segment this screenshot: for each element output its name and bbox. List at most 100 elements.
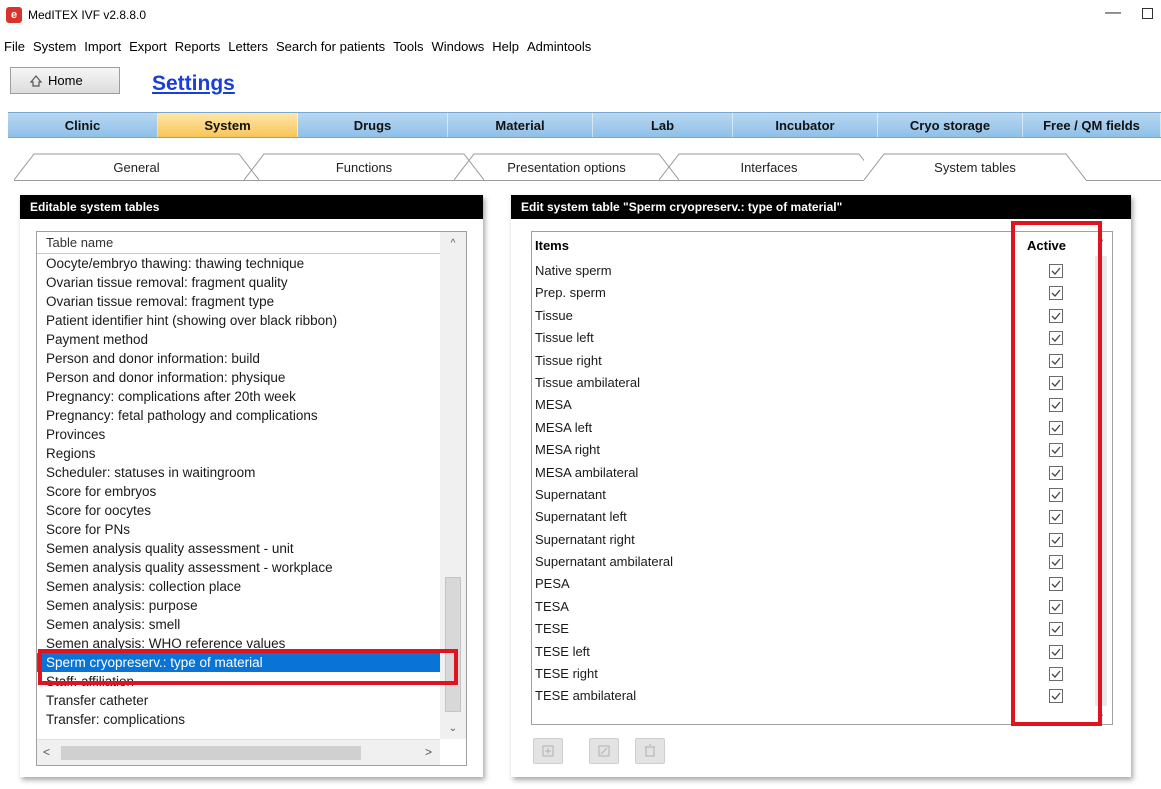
column-header-table-name[interactable]: Table name (37, 232, 440, 254)
list-item[interactable]: Person and donor information: physique (37, 368, 440, 387)
list-item[interactable]: Payment method (37, 330, 440, 349)
panel-header: Edit system table "Sperm cryopreserv.: t… (511, 195, 1131, 219)
table-row[interactable]: MESA left (532, 417, 1092, 439)
add-row-icon (542, 745, 554, 757)
scroll-left-icon[interactable]: < (43, 745, 50, 759)
menu-help[interactable]: Help (488, 39, 523, 54)
item-name: Tissue right (535, 352, 602, 368)
subtab-interfaces[interactable]: Interfaces (659, 153, 879, 181)
table-row[interactable]: Supernatant (532, 484, 1092, 506)
list-item[interactable]: Scheduler: statuses in waitingroom (37, 463, 440, 482)
tab-system[interactable]: System (158, 113, 298, 137)
menu-letters[interactable]: Letters (224, 39, 272, 54)
list-item[interactable]: Semen analysis quality assessment - work… (37, 558, 440, 577)
menu-bar: File System Import Export Reports Letters Sear… (0, 36, 595, 56)
table-row[interactable]: Tissue right (532, 350, 1092, 372)
scrollbar-thumb[interactable] (445, 577, 461, 712)
scroll-up-icon[interactable]: ^ (440, 235, 466, 251)
subtab-functions[interactable]: Functions (244, 153, 484, 181)
edit-row-icon (598, 745, 610, 757)
item-name: Tissue ambilateral (535, 374, 641, 390)
item-name: TESA (535, 598, 569, 614)
item-name: MESA (535, 397, 572, 413)
horizontal-scrollbar[interactable]: < > (37, 739, 440, 765)
list-item[interactable]: Transfer: complications (37, 710, 440, 729)
minimize-button[interactable]: — (1105, 4, 1121, 22)
tab-lab[interactable]: Lab (593, 113, 733, 137)
item-name: TESE right (535, 666, 598, 682)
menu-tools[interactable]: Tools (389, 39, 427, 54)
item-name: MESA left (535, 419, 593, 435)
list-item[interactable]: Provinces (37, 425, 440, 444)
table-row[interactable]: MESA ambilateral (532, 462, 1092, 484)
menu-export[interactable]: Export (125, 39, 171, 54)
subtab-general[interactable]: General (14, 153, 259, 181)
list-item[interactable]: Oocyte/embryo thawing: thawing technique (37, 254, 440, 273)
list-item[interactable]: Ovarian tissue removal: fragment quality (37, 273, 440, 292)
table-row[interactable]: Supernatant ambilateral (532, 551, 1092, 573)
table-row[interactable]: Supernatant right (532, 529, 1092, 551)
list-item[interactable]: Score for PNs (37, 520, 440, 539)
tab-cryo-storage[interactable]: Cryo storage (878, 113, 1023, 137)
item-name: Supernatant left (535, 509, 627, 525)
menu-admintools[interactable]: Admintools (523, 39, 595, 54)
horizontal-scrollbar-thumb[interactable] (61, 746, 361, 760)
list-item[interactable]: Patient identifier hint (showing over bl… (37, 311, 440, 330)
delete-row-button[interactable] (635, 738, 665, 764)
table-name-list[interactable]: Table name Oocyte/embryo thawing: thawin… (36, 231, 467, 766)
table-row[interactable]: Tissue left (532, 327, 1092, 349)
list-item[interactable]: Transfer catheter (37, 691, 440, 710)
list-item[interactable]: Semen analysis quality assessment - unit (37, 539, 440, 558)
table-row[interactable]: MESA right (532, 439, 1092, 461)
table-row[interactable]: TESE (532, 618, 1092, 640)
table-row[interactable]: Supernatant left (532, 506, 1092, 528)
list-item[interactable]: Semen analysis: collection place (37, 577, 440, 596)
list-item[interactable]: Semen analysis: purpose (37, 596, 440, 615)
menu-windows[interactable]: Windows (427, 39, 488, 54)
menu-reports[interactable]: Reports (171, 39, 225, 54)
tab-drugs[interactable]: Drugs (298, 113, 448, 137)
home-button[interactable]: Home (10, 67, 120, 94)
subtab-presentation-options[interactable]: Presentation options (454, 153, 679, 181)
list-item[interactable]: Score for oocytes (37, 501, 440, 520)
table-row[interactable]: TESE left (532, 641, 1092, 663)
list-item[interactable]: Pregnancy: complications after 20th week (37, 387, 440, 406)
menu-search-for-patients[interactable]: Search for patients (272, 39, 389, 54)
table-rows: Native sperm Prep. sperm Tissue Tissue left… (532, 260, 1092, 708)
tab-free-qm-fields[interactable]: Free / QM fields (1023, 113, 1161, 137)
table-row[interactable]: Tissue ambilateral (532, 372, 1092, 394)
menu-import[interactable]: Import (80, 39, 125, 54)
scroll-right-icon[interactable]: > (425, 745, 432, 759)
table-row[interactable]: Tissue (532, 305, 1092, 327)
table-row[interactable]: MESA (532, 394, 1092, 416)
list-item[interactable]: Regions (37, 444, 440, 463)
subtab-system-tables[interactable]: System tables (864, 153, 1086, 181)
item-name: MESA ambilateral (535, 464, 639, 480)
item-name: TESE left (535, 643, 590, 659)
table-row[interactable]: Native sperm (532, 260, 1092, 282)
scroll-down-icon[interactable]: ⌄ (440, 720, 466, 736)
tab-incubator[interactable]: Incubator (733, 113, 878, 137)
item-name: TESE ambilateral (535, 688, 637, 704)
maximize-button[interactable] (1142, 8, 1153, 19)
menu-file[interactable]: File (0, 39, 29, 54)
page-title[interactable]: Settings (152, 72, 235, 96)
table-row[interactable]: PESA (532, 573, 1092, 595)
tab-material[interactable]: Material (448, 113, 593, 137)
list-item[interactable]: Person and donor information: build (37, 349, 440, 368)
tab-clinic[interactable]: Clinic (8, 113, 158, 137)
list-item[interactable]: Score for embryos (37, 482, 440, 501)
list-item[interactable]: Ovarian tissue removal: fragment type (37, 292, 440, 311)
table-row[interactable]: Prep. sperm (532, 282, 1092, 304)
item-name: Native sperm (535, 263, 612, 278)
edit-row-button[interactable] (589, 738, 619, 764)
column-header-items[interactable]: Items (535, 238, 569, 253)
list-item[interactable]: Semen analysis: smell (37, 615, 440, 634)
list-item[interactable]: Pregnancy: fetal pathology and complicat… (37, 406, 440, 425)
table-row[interactable]: TESE ambilateral (532, 685, 1092, 707)
table-row[interactable]: TESA (532, 596, 1092, 618)
selected-item-highlight (38, 649, 458, 685)
add-row-button[interactable] (533, 738, 563, 764)
table-row[interactable]: TESE right (532, 663, 1092, 685)
menu-system[interactable]: System (29, 39, 80, 54)
